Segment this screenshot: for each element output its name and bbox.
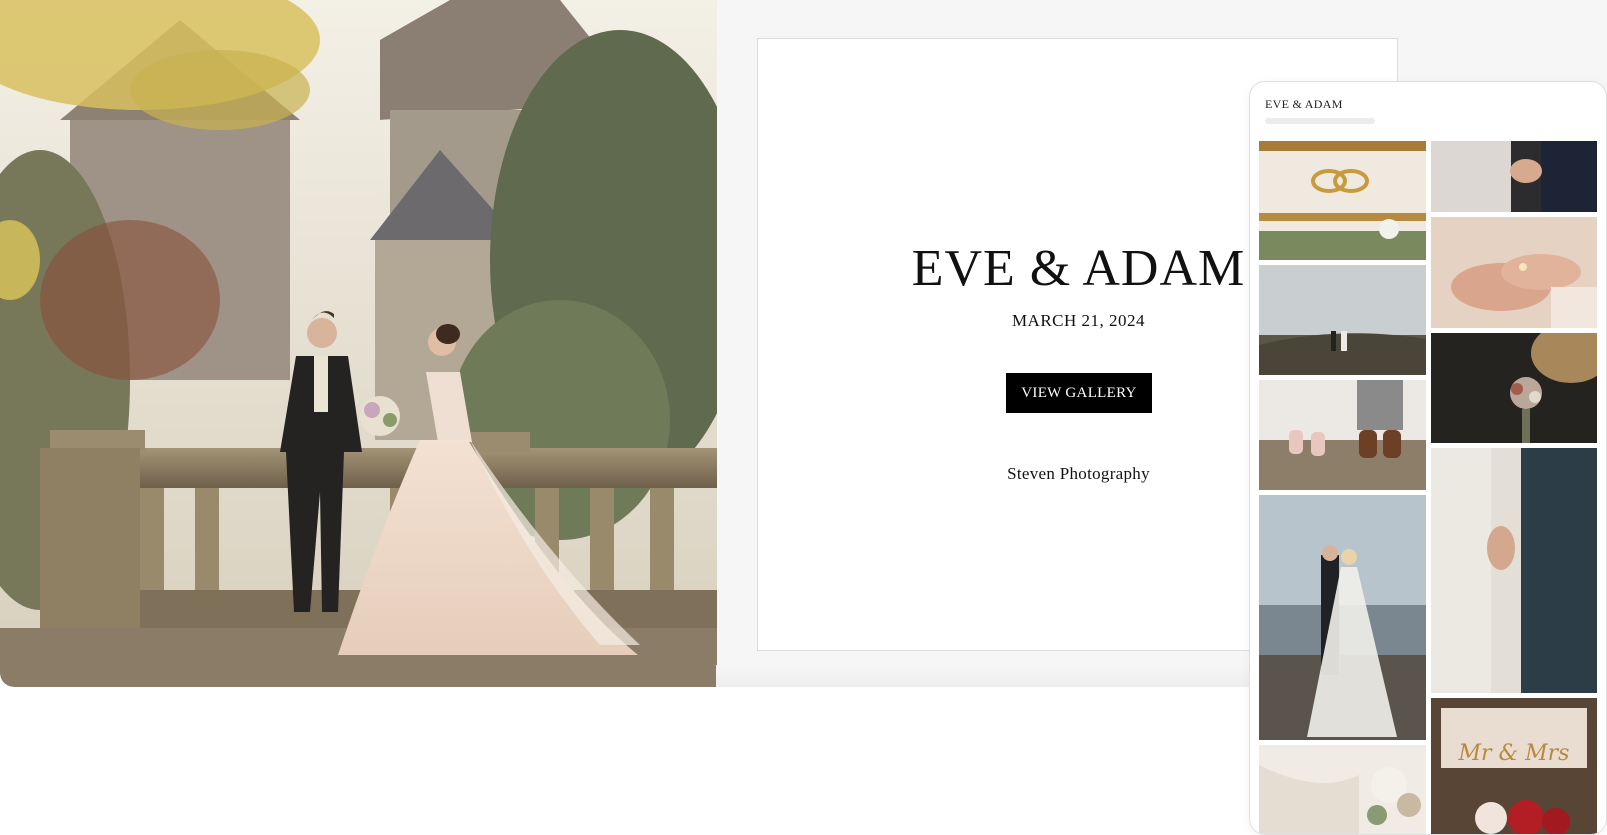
- photo-dress-detail[interactable]: [1259, 745, 1426, 834]
- mobile-gallery-title: EVE & ADAM: [1265, 97, 1343, 111]
- wedding-couple-image: [0, 0, 717, 687]
- mobile-mockup: EVE & ADAM Mr & Mrs: [1249, 81, 1607, 835]
- view-gallery-button[interactable]: VIEW GALLERY: [1006, 373, 1152, 413]
- photo-hands-with-ring[interactable]: [1431, 217, 1597, 328]
- photo-couple-on-beach[interactable]: [1259, 495, 1426, 740]
- photo-couple-on-hill[interactable]: [1259, 265, 1426, 375]
- photo-holding-hands-suit[interactable]: [1431, 448, 1597, 693]
- mobile-header-bar: [1265, 118, 1375, 124]
- hero-photo: [0, 0, 717, 687]
- photo-cake-topper[interactable]: Mr & Mrs: [1431, 698, 1597, 834]
- photo-bouquet[interactable]: [1431, 333, 1597, 443]
- cake-topper-text: Mr & Mrs: [1458, 741, 1570, 766]
- photo-holding-hands-lace[interactable]: [1431, 141, 1597, 212]
- photo-couple-shoes[interactable]: [1259, 380, 1426, 490]
- photo-rings[interactable]: [1259, 141, 1426, 260]
